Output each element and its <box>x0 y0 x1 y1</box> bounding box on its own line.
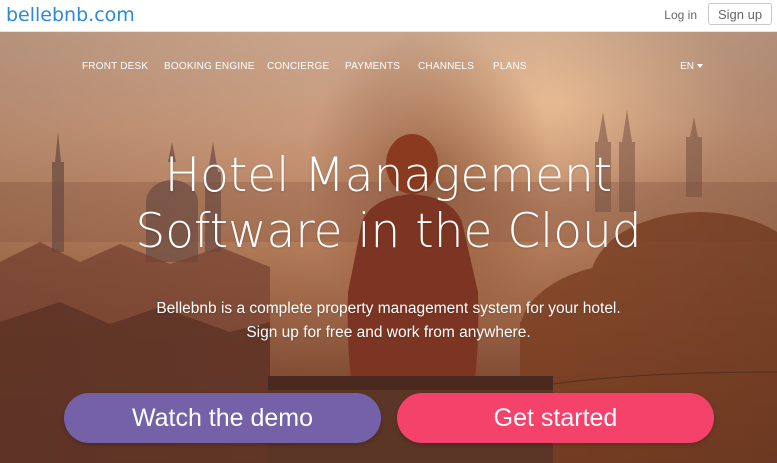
nav-front-desk[interactable]: FRONT DESK <box>82 60 148 74</box>
nav-booking-engine[interactable]: BOOKING ENGINE <box>164 60 255 74</box>
top-bar: bellebnb.com Log in Sign up <box>0 0 777 32</box>
page: bellebnb.com Log in Sign up FRONT DESK B… <box>0 0 777 463</box>
hero-headline: Hotel Management Software in the Cloud <box>0 148 777 260</box>
hero-subheadline: Bellebnb is a complete property manageme… <box>0 297 777 345</box>
language-label: EN <box>680 61 694 72</box>
logo[interactable]: bellebnb.com <box>6 3 135 27</box>
signup-button[interactable]: Sign up <box>708 3 772 25</box>
main-nav: FRONT DESK BOOKING ENGINE CONCIERGE PAYM… <box>0 60 777 76</box>
hero-headline-line-1: Hotel Management <box>164 148 613 203</box>
get-started-button[interactable]: Get started <box>397 393 714 443</box>
language-selector[interactable]: EN <box>680 60 703 74</box>
nav-payments[interactable]: PAYMENTS <box>345 60 400 74</box>
watch-demo-button[interactable]: Watch the demo <box>64 393 381 443</box>
login-link[interactable]: Log in <box>664 8 697 22</box>
hero-subheadline-line-2: Sign up for free and work from anywhere. <box>246 324 531 341</box>
nav-plans[interactable]: PLANS <box>493 60 527 74</box>
caret-down-icon <box>697 64 703 69</box>
nav-concierge[interactable]: CONCIERGE <box>267 60 329 74</box>
hero-subheadline-line-1: Bellebnb is a complete property manageme… <box>156 300 621 317</box>
nav-channels[interactable]: CHANNELS <box>418 60 474 74</box>
hero-headline-line-2: Software in the Cloud <box>135 204 642 259</box>
